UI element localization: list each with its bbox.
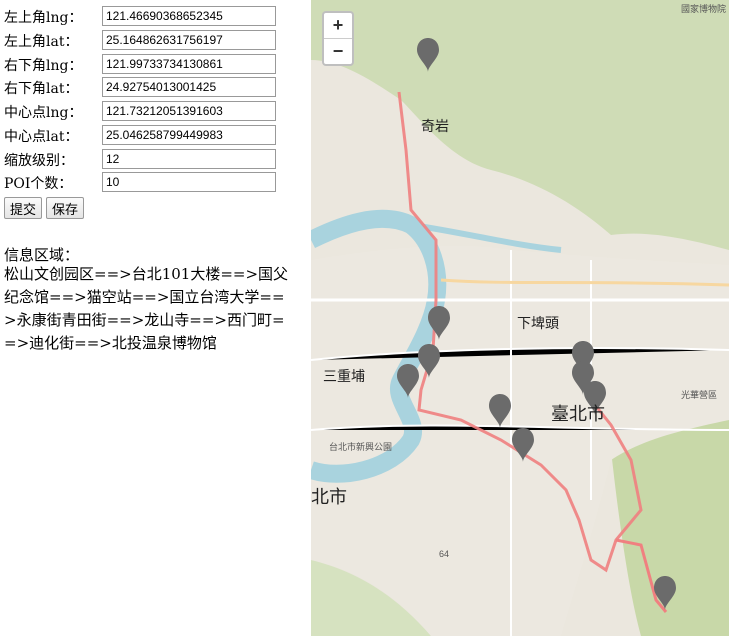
control-panel: 左上角lng： 左上角lat： 右下角lng： 右下角lat： 中心点lng： …	[0, 0, 311, 636]
map-label-guangfu: 光華營區	[681, 390, 718, 400]
bottom-right-lat-input[interactable]	[102, 77, 276, 97]
poi-count-label: POI个数：	[4, 176, 73, 192]
map-label-taipei: 臺北市	[551, 404, 605, 424]
info-area-title: 信息区域：	[4, 246, 80, 264]
zoom-out-button[interactable]: −	[324, 39, 352, 64]
map-label-xinbei: 北市	[311, 487, 347, 507]
zoom-control: + −	[322, 11, 354, 66]
zoom-in-button[interactable]: +	[324, 13, 352, 39]
route-info-text: 松山文创园区==>台北101大楼==>国父纪念馆==>猫空站==>国立台湾大学=…	[4, 265, 289, 352]
top-left-lng-input[interactable]	[102, 6, 276, 26]
zoom-level-row: 缩放级别：	[4, 149, 276, 171]
top-left-lat-row: 左上角lat：	[4, 30, 276, 52]
top-left-lat-label: 左上角lat：	[4, 34, 79, 50]
bottom-right-lng-input[interactable]	[102, 54, 276, 74]
center-lng-input[interactable]	[102, 101, 276, 121]
zoom-level-input[interactable]	[102, 149, 276, 169]
map-view[interactable]: + − 奇岩 三重埔 下埤頭 臺北市 北市 光華營區 國家博物院 台北市新興公園…	[311, 0, 729, 636]
bottom-right-lng-row: 右下角lng：	[4, 54, 276, 76]
bottom-right-lat-row: 右下角lat：	[4, 77, 276, 99]
map-label-park: 台北市新興公園	[329, 442, 393, 452]
center-lat-label: 中心点lat：	[4, 129, 79, 145]
bottom-right-lat-label: 右下角lat：	[4, 81, 79, 97]
center-lat-row: 中心点lat：	[4, 125, 276, 147]
center-lat-input[interactable]	[102, 125, 276, 145]
zoom-level-label: 缩放级别：	[4, 153, 74, 169]
map-label-qiyan: 奇岩	[421, 118, 449, 134]
top-left-lng-label: 左上角lng：	[4, 10, 83, 26]
map-label-palace: 國家博物院	[681, 4, 727, 14]
poi-count-row: POI个数：	[4, 172, 276, 194]
map-label-xiapitou: 下埤頭	[517, 315, 559, 331]
map-label-sanchong: 三重埔	[323, 368, 365, 384]
submit-button[interactable]: 提交	[4, 197, 43, 219]
button-group: 提交 保存	[4, 197, 85, 219]
map-label-road64: 64	[439, 549, 450, 559]
top-left-lng-row: 左上角lng：	[4, 6, 276, 28]
top-left-lat-input[interactable]	[102, 30, 276, 50]
center-lng-label: 中心点lng：	[4, 105, 83, 121]
save-button[interactable]: 保存	[46, 197, 85, 219]
poi-count-input[interactable]	[102, 172, 276, 192]
center-lng-row: 中心点lng：	[4, 101, 276, 123]
bottom-right-lng-label: 右下角lng：	[4, 58, 83, 74]
